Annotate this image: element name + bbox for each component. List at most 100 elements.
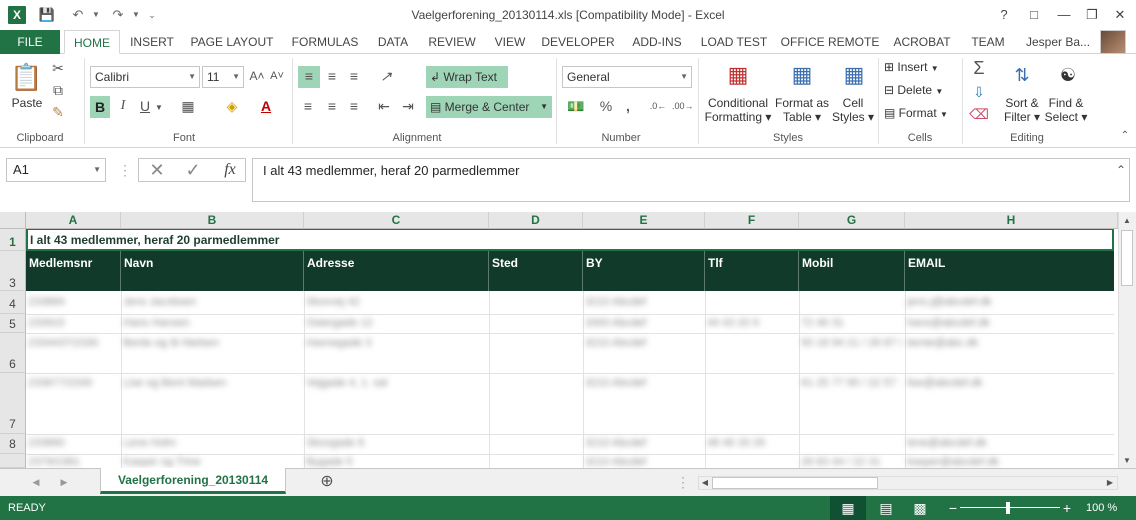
user-name[interactable]: Jesper Ba... [1026, 30, 1090, 54]
blurred-cell[interactable]: 26 83 44 / 22 31 [801, 456, 901, 468]
clear-icon[interactable]: ⌫ [968, 104, 990, 124]
format-cells-button[interactable]: ▤ Format ▼ [884, 106, 960, 122]
header-navn[interactable]: Navn [121, 251, 304, 291]
blurred-cell[interactable]: 3210 Abcdef [585, 437, 700, 449]
minimize-button[interactable]: — [1050, 4, 1078, 26]
align-right-icon[interactable]: ≡ [344, 96, 364, 116]
scroll-down-icon[interactable]: ▼ [1119, 454, 1135, 468]
zoom-in-icon[interactable]: + [1060, 498, 1074, 518]
tab-add-ins[interactable]: ADD-INS [626, 30, 688, 54]
font-name-select[interactable]: Calibri ▼ [90, 66, 200, 88]
font-size-select[interactable]: 11 ▼ [202, 66, 244, 88]
sort-filter-button[interactable]: Sort & Filter ▾ [1000, 96, 1044, 124]
blurred-cell[interactable]: Skovvej 42 [306, 296, 481, 308]
prev-sheet-icon[interactable]: ◀ [28, 472, 44, 492]
blurred-cell[interactable]: 233890 [28, 437, 118, 449]
column-header-e[interactable]: E [583, 212, 705, 229]
header-medlemsnr[interactable]: Medlemsnr [26, 251, 121, 291]
normal-view-icon[interactable]: ▦ [836, 498, 860, 518]
column-header-c[interactable]: C [304, 212, 489, 229]
chevron-down-icon[interactable]: ▼ [154, 98, 164, 118]
new-sheet-icon[interactable]: ⊕ [316, 472, 338, 492]
horizontal-scroll-thumb[interactable] [712, 477, 878, 489]
name-box[interactable]: A1 ▼ [6, 158, 106, 182]
blurred-cell[interactable]: Skovgade 8 [306, 437, 481, 449]
select-all-button[interactable] [0, 212, 26, 229]
paste-button[interactable]: Paste [6, 96, 48, 110]
title-cell-a1[interactable]: I alt 43 medlemmer, heraf 20 parmedlemme… [26, 229, 1114, 251]
cut-icon[interactable]: ✂ [48, 58, 68, 78]
percent-style-button[interactable]: % [596, 96, 616, 116]
header-email[interactable]: EMAIL [905, 251, 1114, 291]
close-button[interactable]: ✕ [1106, 4, 1134, 26]
align-center-icon[interactable]: ≡ [322, 96, 342, 116]
align-left-icon[interactable]: ≡ [298, 96, 318, 116]
column-header-h[interactable]: H [905, 212, 1118, 229]
avatar[interactable] [1100, 30, 1126, 54]
splitter-dots-icon[interactable]: ⋮ [676, 472, 690, 492]
collapse-ribbon-icon[interactable]: ⌃ [1118, 126, 1132, 146]
blurred-cell[interactable]: Havnegade 3 [306, 337, 481, 349]
paste-icon[interactable]: 📋 [10, 60, 42, 94]
top-align-icon[interactable]: ≡ [298, 66, 320, 88]
underline-button[interactable]: U [136, 96, 154, 116]
blurred-cell[interactable]: 233884 [28, 296, 118, 308]
scroll-up-icon[interactable]: ▲ [1119, 214, 1135, 228]
binoculars-icon[interactable]: ☯ [1052, 60, 1084, 90]
blurred-cell[interactable]: Bygade 5 [306, 456, 481, 468]
blurred-cell[interactable]: 3210 Abcdef [585, 456, 700, 468]
blurred-cell[interactable]: Lise og Bent Madsen [123, 377, 298, 389]
splitter-dots-icon[interactable]: ⋮ [118, 160, 132, 180]
grow-font-button[interactable]: A˄ [248, 66, 266, 86]
tab-office-remote[interactable]: OFFICE REMOTE [780, 30, 880, 54]
tab-view[interactable]: VIEW [488, 30, 532, 54]
column-header-f[interactable]: F [705, 212, 799, 229]
number-format-select[interactable]: General ▼ [562, 66, 692, 88]
tab-developer[interactable]: DEVELOPER [540, 30, 616, 54]
italic-button[interactable]: I [114, 96, 132, 116]
blurred-cell[interactable]: Jens Jacobsen [123, 296, 298, 308]
blurred-cell[interactable]: 50 18 94 21 / 28 87 88 [801, 337, 901, 349]
zoom-level[interactable]: 100 % [1086, 496, 1117, 520]
header-tlf[interactable]: Tlf [705, 251, 799, 291]
decrease-indent-icon[interactable]: ⇤ [374, 96, 394, 116]
enter-icon[interactable]: ✓ [181, 160, 205, 180]
blurred-cell[interactable]: 3210 Abcdef [585, 337, 700, 349]
bottom-align-icon[interactable]: ≡ [344, 66, 364, 86]
row-header-4[interactable]: 4 [0, 291, 26, 314]
tab-formulas[interactable]: FORMULAS [284, 30, 366, 54]
blurred-cell[interactable]: lene@abcdef.dk [907, 437, 1107, 449]
blurred-cell[interactable]: 3300 Abcdef [585, 317, 700, 329]
merge-center-button[interactable]: ▤ Merge & Center ▼ [426, 96, 552, 118]
cell-styles-icon[interactable]: ▦ [840, 60, 868, 90]
wrap-text-button[interactable]: ↲ Wrap Text [426, 66, 508, 88]
blurred-cell[interactable]: jens.j@abcdef.dk [907, 296, 1107, 308]
tab-review[interactable]: REVIEW [424, 30, 480, 54]
conditional-formatting-button[interactable]: Conditional Formatting ▾ [700, 96, 776, 124]
page-layout-view-icon[interactable]: ▤ [876, 498, 896, 518]
insert-function-button[interactable]: fx [217, 160, 243, 180]
blurred-cell[interactable]: 48 46 33 26 [707, 437, 795, 449]
blurred-cell[interactable]: 2379/2381 [28, 456, 118, 468]
blurred-cell[interactable]: Ostergade 12 [306, 317, 481, 329]
blurred-cell[interactable]: 2334437/2330 [28, 337, 118, 349]
zoom-slider-track[interactable] [960, 507, 1060, 508]
vertical-scroll-thumb[interactable] [1121, 230, 1133, 286]
tab-page-layout[interactable]: PAGE LAYOUT [186, 30, 278, 54]
column-header-b[interactable]: B [121, 212, 304, 229]
zoom-out-icon[interactable]: − [946, 498, 960, 518]
blurred-cell[interactable]: lise@abcdef.dk [907, 377, 1107, 389]
copy-icon[interactable]: ⧉ [48, 80, 68, 100]
insert-cells-button[interactable]: ⊞ Insert ▼ [884, 60, 960, 76]
formula-input[interactable]: I alt 43 medlemmer, heraf 20 parmedlemme… [252, 158, 1130, 202]
header-mobil[interactable]: Mobil [799, 251, 905, 291]
tab-home[interactable]: HOME [64, 30, 120, 54]
blurred-cell[interactable]: 72 46 31 [801, 317, 901, 329]
cell-styles-button[interactable]: Cell Styles ▾ [830, 96, 876, 124]
bold-button[interactable]: B [90, 96, 110, 118]
column-header-a[interactable]: A [26, 212, 121, 229]
format-painter-icon[interactable]: ✎ [48, 102, 68, 122]
shrink-font-button[interactable]: A˅ [268, 66, 286, 86]
decrease-decimal-icon[interactable]: .00→ [672, 96, 694, 116]
comma-style-button[interactable]: , [620, 96, 636, 116]
